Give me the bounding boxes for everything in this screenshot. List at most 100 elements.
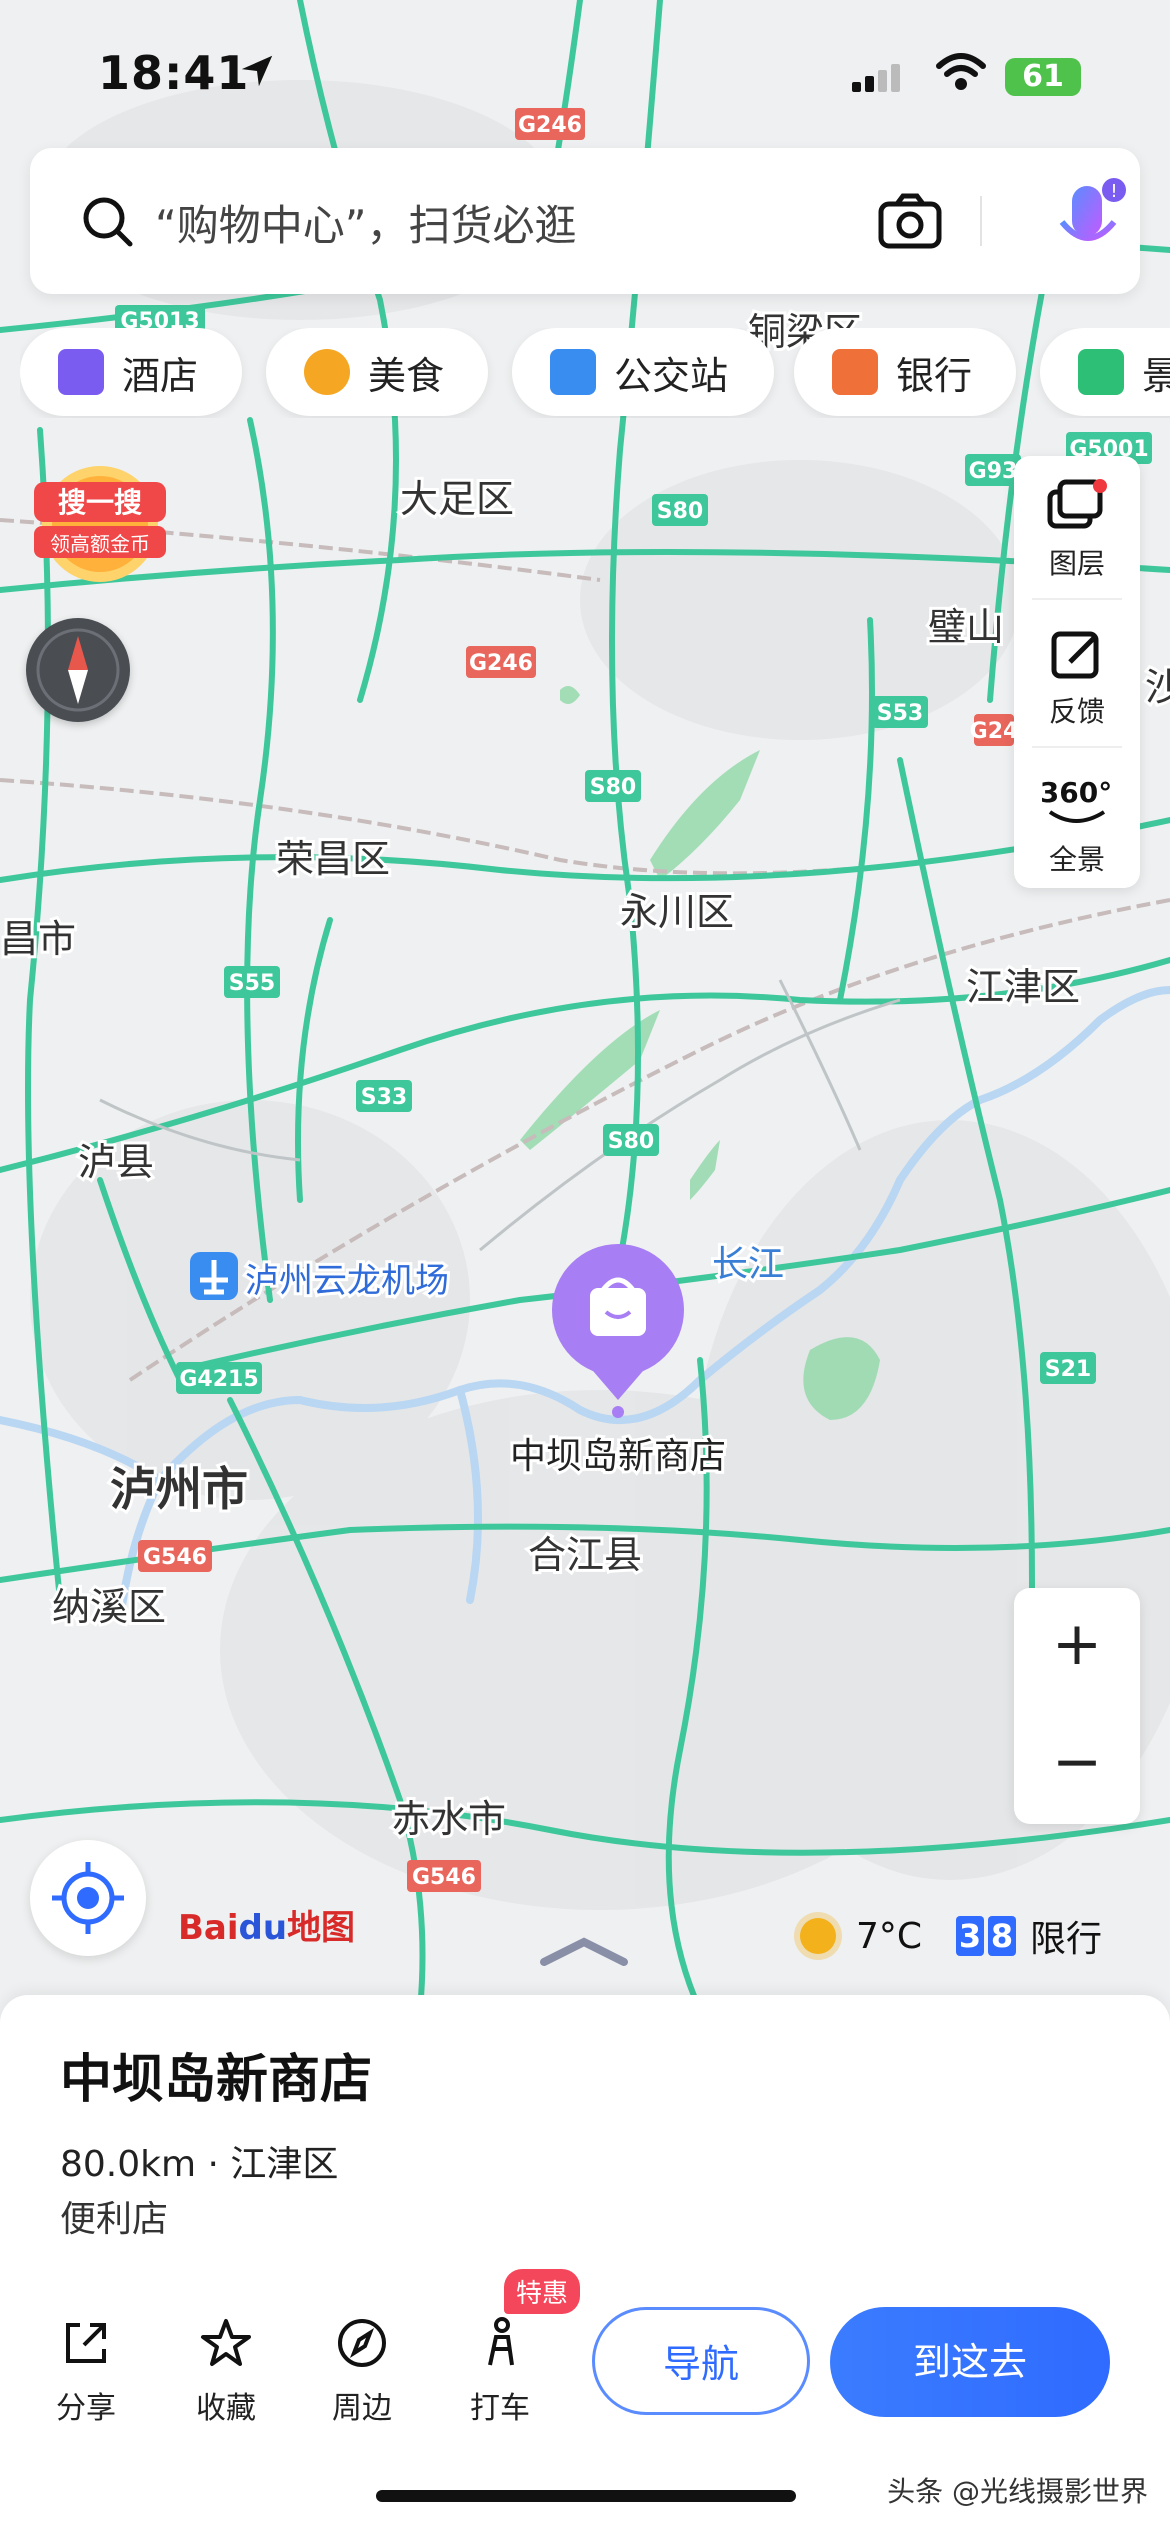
bus-stop-icon [550, 349, 596, 395]
search-icon [83, 197, 133, 247]
svg-text:360°: 360° [1042, 776, 1112, 809]
voice-assistant-icon[interactable]: ! [1048, 178, 1128, 268]
svg-text:领高额金币: 领高额金币 [50, 532, 150, 556]
weather-widget[interactable]: 7°C 3 8 限行 [800, 1910, 1102, 1962]
chip-bus-stop-label: 公交站 [614, 353, 729, 398]
share-icon [66, 2323, 106, 2363]
cellular-signal-icon [852, 64, 904, 92]
place-rongchang: 荣昌区 [276, 837, 390, 881]
road-shield-s80-a: S80 [652, 494, 708, 526]
svg-text:G24: G24 [970, 719, 1019, 744]
logo-bai: Bai [178, 1908, 239, 1948]
feedback-button[interactable]: 反馈 [1014, 604, 1140, 744]
nearby-button[interactable]: 周边 [312, 2315, 412, 2427]
search-placeholder[interactable]: “购物中心”，扫货必逛 [155, 192, 577, 253]
svg-text:S80: S80 [590, 775, 636, 800]
search-reward-badge[interactable]: 搜一搜 领高额金币 [34, 462, 166, 584]
logo-map: 地图 [287, 1908, 356, 1948]
favorite-button[interactable]: 收藏 [176, 2315, 276, 2427]
navigate-button[interactable]: 导航 [592, 2307, 810, 2415]
zoom-out-button[interactable]: − [1014, 1706, 1140, 1824]
wifi-icon [936, 53, 986, 90]
map-tools-panel: 图层 反馈 360° 全景 [1014, 456, 1140, 888]
place-naxi: 纳溪区 [52, 1585, 166, 1629]
feedback-label: 反馈 [1048, 695, 1105, 728]
chip-food-label: 美食 [368, 353, 445, 398]
svg-text:S21: S21 [1045, 1357, 1091, 1382]
location-arrow-icon [241, 55, 273, 87]
battery-indicator: 61 [1005, 58, 1081, 96]
road-shield-s21: S21 [1040, 1352, 1096, 1384]
restriction-digit: 8 [988, 1916, 1017, 1956]
divider [1032, 598, 1122, 600]
place-changshi: 昌市 [0, 917, 76, 961]
compass-icon [36, 628, 120, 712]
chip-hotel[interactable]: 酒店 [20, 328, 242, 416]
chip-bus-stop[interactable]: 公交站 [512, 328, 774, 416]
place-luxian: 泸县 [78, 1140, 154, 1184]
traffic-restriction[interactable]: 3 8 限行 [956, 1910, 1102, 1962]
road-shield-s80-b: S80 [585, 770, 641, 802]
search-divider [980, 196, 982, 246]
weather-temp: 7°C [856, 1915, 923, 1957]
poi-category: 便利店 [60, 2199, 169, 2240]
share-button[interactable]: 分享 [36, 2315, 136, 2427]
edit-feedback-icon [1051, 631, 1099, 679]
place-changjiang: 长江 [712, 1244, 784, 1285]
sheet-expand-chevron-icon[interactable] [534, 1930, 634, 1970]
layers-button[interactable]: 图层 [1014, 456, 1140, 596]
zoom-in-button[interactable]: + [1014, 1588, 1140, 1706]
svg-text:G546: G546 [412, 1865, 476, 1890]
chip-scenic[interactable]: 景 [1040, 328, 1170, 416]
place-hejiang: 合江县 [528, 1533, 642, 1577]
status-time: 18:41 [98, 46, 250, 100]
status-bar: 18:41 61 [0, 0, 1170, 130]
poi-distance: 80.0km [60, 2144, 197, 2185]
chip-scenic-label: 景 [1142, 353, 1170, 398]
airport-icon [190, 1252, 238, 1300]
compass-button[interactable] [26, 618, 130, 722]
place-chishui: 赤水市 [392, 1797, 506, 1841]
locate-me-button[interactable] [30, 1840, 146, 1956]
search-bar[interactable]: “购物中心”，扫货必逛 ! [30, 148, 1140, 294]
home-indicator[interactable] [376, 2490, 796, 2502]
road-shield-s55: S55 [224, 966, 280, 998]
place-partial-right: 沙 [1145, 665, 1170, 709]
poi-district: 江津区 [230, 2144, 339, 2185]
poi-detail-sheet[interactable]: 中坝岛新商店 80.0km · 江津区 便利店 分享 收藏 周边 打车 特惠 导… [0, 1995, 1170, 2535]
taxi-button[interactable]: 打车 [450, 2315, 550, 2427]
camera-icon[interactable] [875, 186, 945, 256]
road-shield-s33: S33 [356, 1080, 412, 1112]
road-shield-s80-c: S80 [603, 1124, 659, 1156]
go-here-button[interactable]: 到这去 [830, 2307, 1110, 2417]
road-shield-g546-b: G546 [407, 1860, 481, 1892]
svg-text:G546: G546 [143, 1545, 207, 1570]
zoom-control: + − [1014, 1588, 1140, 1824]
logo-du: du [238, 1908, 288, 1948]
divider [1032, 746, 1122, 748]
place-bishan: 璧山 [928, 605, 1004, 649]
chip-bank[interactable]: 银行 [794, 328, 1016, 416]
taxi-discount-badge: 特惠 [504, 2269, 581, 2314]
poi-meta: 80.0km · 江津区 [60, 2144, 339, 2185]
road-shield-g93: G93 [965, 454, 1021, 486]
map-canvas[interactable]: G246 G5013 S80 G246 G93 G5001 S53 G24 S8… [0, 0, 1170, 2010]
compass-nearby-icon [338, 2319, 386, 2367]
chip-food[interactable]: 美食 [266, 328, 488, 416]
place-yongchuan: 永川区 [620, 890, 734, 934]
svg-text:S53: S53 [877, 701, 923, 726]
poi-name: 中坝岛新商店 [60, 2050, 373, 2110]
chip-hotel-label: 酒店 [122, 353, 199, 398]
watermark: 头条 @光线摄影世界 [887, 2475, 1148, 2508]
favorite-label: 收藏 [196, 2391, 256, 2426]
svg-text:!: ! [1110, 181, 1117, 202]
road-shield-s53: S53 [872, 696, 928, 728]
panorama-button[interactable]: 360° 全景 [1014, 752, 1140, 892]
sun-icon [800, 1918, 836, 1954]
nearby-label: 周边 [332, 2391, 392, 2426]
share-label: 分享 [56, 2391, 116, 2426]
restriction-label: 限行 [1030, 1919, 1103, 1960]
taxi-label: 打车 [470, 2391, 530, 2426]
hotel-icon [58, 349, 104, 395]
road-shield-g546-a: G546 [138, 1540, 212, 1572]
